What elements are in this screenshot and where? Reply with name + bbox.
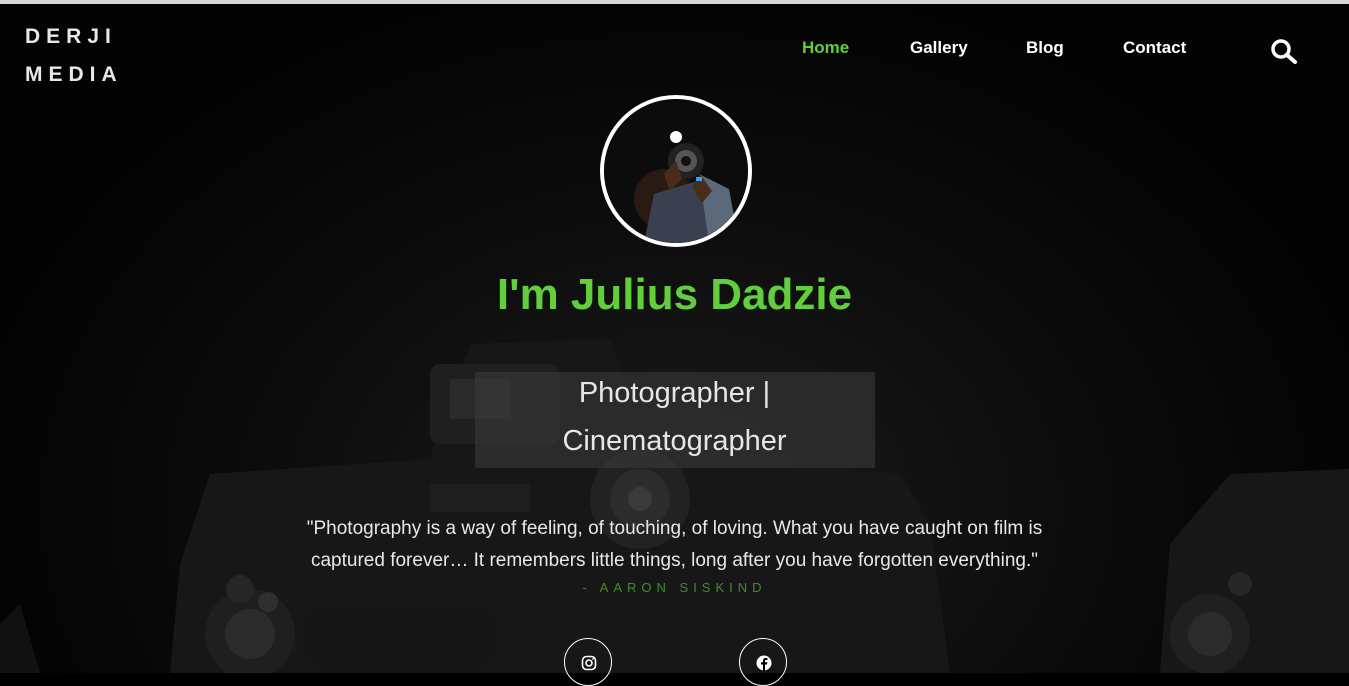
role-line-1: Photographer | — [578, 377, 771, 409]
quote-author: - AARON SISKIND — [582, 580, 767, 595]
role-line-2: Cinematographer — [562, 425, 787, 457]
instagram-button[interactable] — [564, 638, 612, 686]
instagram-icon — [581, 655, 597, 671]
main-nav: Home Gallery Blog Contact — [0, 38, 1349, 62]
nav-blog[interactable]: Blog — [1026, 38, 1064, 58]
facebook-button[interactable] — [739, 638, 787, 686]
nav-gallery[interactable]: Gallery — [910, 38, 968, 58]
nav-contact[interactable]: Contact — [1123, 38, 1186, 58]
photographer-avatar — [600, 95, 752, 247]
search-icon[interactable] — [1270, 38, 1298, 64]
nav-home[interactable]: Home — [802, 38, 849, 58]
hero-heading: I'm Julius Dadzie — [496, 270, 853, 319]
quote-line-1: "Photography is a way of feeling, of tou… — [306, 518, 1043, 539]
quote-line-2: captured forever… It remembers little th… — [310, 550, 1038, 571]
facebook-icon — [756, 655, 772, 671]
